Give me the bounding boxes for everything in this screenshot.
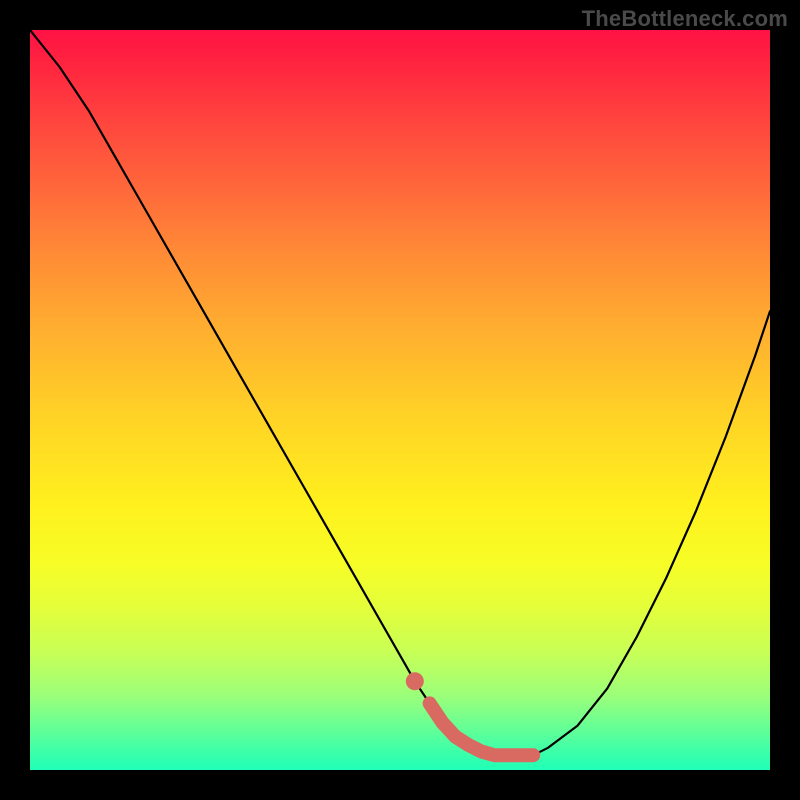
optimal-range-start-dot xyxy=(406,672,424,690)
watermark-text: TheBottleneck.com xyxy=(582,6,788,32)
plot-area xyxy=(30,30,770,770)
curve-svg xyxy=(30,30,770,770)
chart-frame: TheBottleneck.com xyxy=(0,0,800,800)
optimal-range-marker xyxy=(430,703,534,755)
bottleneck-curve xyxy=(30,30,770,755)
